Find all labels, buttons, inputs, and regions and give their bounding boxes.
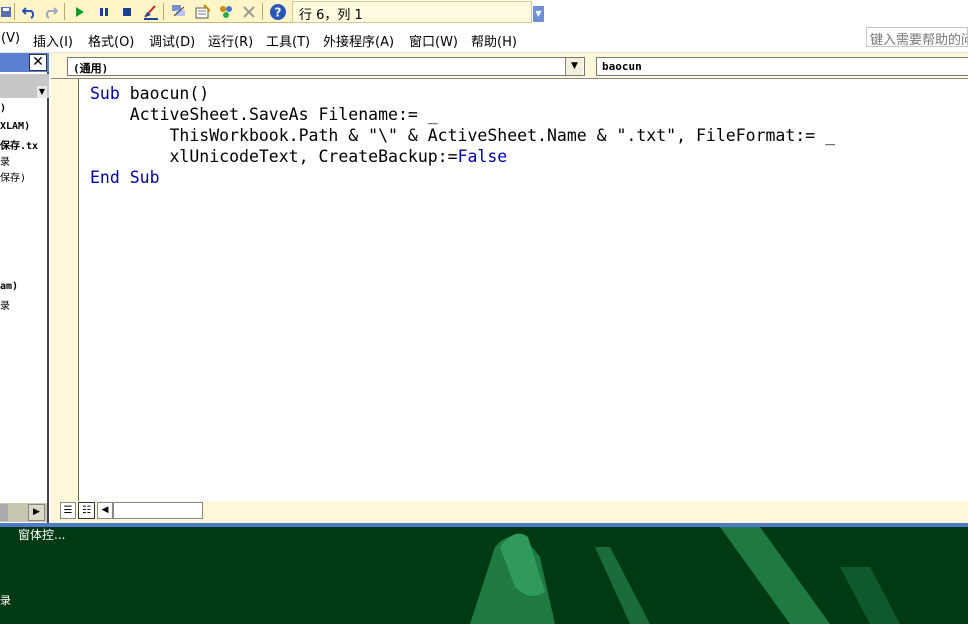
save-icon[interactable] bbox=[0, 2, 12, 21]
object-dropdown[interactable]: (通用) bbox=[67, 57, 585, 76]
procedure-dropdown[interactable]: baocun bbox=[596, 57, 968, 76]
menu-view[interactable]: (V) bbox=[1, 31, 20, 46]
tree-item[interactable]: ) bbox=[0, 103, 48, 114]
scroll-left-icon[interactable]: ◀ bbox=[97, 502, 113, 519]
design-mode-icon[interactable] bbox=[141, 2, 160, 21]
object-browser-icon[interactable] bbox=[216, 2, 235, 21]
pause-icon[interactable] bbox=[94, 2, 113, 21]
background-desktop-area bbox=[0, 527, 968, 624]
svg-text:?: ? bbox=[274, 5, 281, 19]
toolbar-separator bbox=[262, 3, 263, 20]
help-icon[interactable]: ? bbox=[268, 2, 287, 21]
close-icon[interactable]: ✕ bbox=[29, 54, 47, 71]
tree-item[interactable]: am) bbox=[0, 281, 48, 292]
scrollbar-thumb[interactable] bbox=[0, 504, 8, 521]
background-label: 窗体控... bbox=[18, 528, 66, 542]
code-margin-indicator-bar[interactable] bbox=[51, 79, 79, 501]
tree-item[interactable]: 保存.tx bbox=[0, 137, 48, 152]
menu-run[interactable]: 运行(R) bbox=[208, 31, 253, 50]
stop-icon[interactable] bbox=[117, 2, 136, 21]
menu-insert[interactable]: 插入(I) bbox=[33, 31, 73, 50]
toolbar-separator bbox=[163, 3, 164, 20]
menu-help[interactable]: 帮助(H) bbox=[471, 31, 517, 50]
properties-icon[interactable] bbox=[193, 2, 212, 21]
menu-debug[interactable]: 调试(D) bbox=[149, 31, 195, 50]
tree-item[interactable]: 录 bbox=[0, 153, 48, 168]
toolbar-separator bbox=[64, 3, 65, 20]
toolbar-strip: ? bbox=[0, 0, 292, 23]
code-line: ThisWorkbook.Path & "\" & ActiveSheet.Na… bbox=[90, 126, 836, 145]
code-line: Sub baocun() bbox=[90, 84, 210, 103]
tree-item[interactable]: 录 bbox=[0, 297, 48, 312]
code-line: ActiveSheet.SaveAs Filename:= _ bbox=[90, 105, 438, 124]
toolbar-separator bbox=[14, 3, 15, 20]
menu-format[interactable]: 格式(O) bbox=[88, 31, 134, 50]
background-shapes bbox=[470, 527, 900, 624]
chevron-down-icon[interactable]: ▼ bbox=[565, 58, 583, 75]
menu-window[interactable]: 窗口(W) bbox=[409, 31, 458, 50]
menu-tools[interactable]: 工具(T) bbox=[266, 31, 310, 50]
full-module-view-icon[interactable]: ☷ bbox=[78, 502, 95, 519]
toolbox-icon[interactable] bbox=[239, 2, 258, 21]
cursor-position-status: 行 6，列 1 bbox=[292, 1, 532, 23]
chevron-down-icon[interactable]: ▼ bbox=[37, 86, 47, 98]
redo-icon[interactable] bbox=[41, 2, 60, 21]
code-editor[interactable]: Sub baocun() ActiveSheet.SaveAs Filename… bbox=[80, 79, 968, 501]
toolbar-options-chevron-icon[interactable]: ▼ bbox=[533, 6, 544, 22]
undo-icon[interactable] bbox=[19, 2, 38, 21]
menu-addins[interactable]: 外接程序(A) bbox=[323, 31, 394, 50]
background-label: 录 bbox=[0, 594, 11, 607]
tree-item[interactable]: XLAM) bbox=[0, 121, 48, 132]
procedure-view-icon[interactable]: ☰ bbox=[60, 502, 76, 519]
scroll-right-icon[interactable]: ▶ bbox=[28, 504, 45, 521]
menu-bar: (V) 插入(I) 格式(O) 调试(D) 运行(R) 工具(T) 外接程序(A… bbox=[0, 24, 968, 53]
run-icon[interactable] bbox=[70, 2, 89, 21]
code-line: End Sub bbox=[90, 168, 160, 187]
project-explorer-icon[interactable] bbox=[169, 2, 188, 21]
horizontal-scrollbar-thumb[interactable] bbox=[113, 502, 203, 519]
help-search-input[interactable]: 键入需要帮助的问 bbox=[866, 27, 968, 47]
code-line: xlUnicodeText, CreateBackup:=False bbox=[90, 147, 508, 166]
tree-item[interactable]: 保存) bbox=[0, 169, 48, 184]
